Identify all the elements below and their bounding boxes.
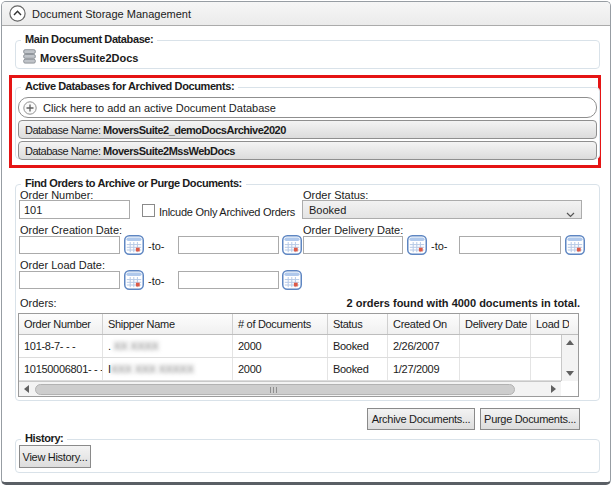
calendar-icon[interactable] [124,235,144,255]
view-history-button[interactable]: View History... [19,445,91,468]
creation-date-from-input[interactable] [19,236,120,254]
cell-documents: 2000 [233,358,328,380]
scroll-right-arrow[interactable] [551,385,556,393]
cell-delivery-date [460,358,531,380]
database-row-name: MoversSuite2MssWebDocs [103,145,235,157]
table-row[interactable]: 10150006801- - - IXXX XXX XXXXX 2000 Boo… [19,358,561,381]
orders-table: Order Number Shipper Name # of Documents… [18,313,579,397]
delivery-date-from-input[interactable] [303,236,403,254]
order-status-value: Booked [309,204,346,216]
order-number-input[interactable] [19,200,130,219]
range-separator: -to- [148,240,165,252]
creation-date-to-input[interactable] [178,236,279,254]
database-row-name: MoversSuite2_demoDocsArchive2020 [103,124,286,136]
cell-status: Booked [328,335,388,357]
calendar-icon[interactable] [124,270,144,290]
range-separator: -to- [431,240,448,252]
database-row-prefix: Database Name: [25,124,103,136]
collapse-toggle-icon[interactable] [9,5,26,22]
purge-documents-button[interactable]: Purge Documents... [480,408,580,430]
calendar-icon[interactable] [407,235,427,255]
horizontal-scrollbar[interactable] [19,381,561,396]
include-archived-label: Inlcude Only Archived Orders [159,206,295,218]
scroll-left-arrow[interactable] [24,385,29,393]
history-group: History: View History... [15,439,600,473]
database-row-prefix: Database Name: [25,145,103,157]
column-header[interactable]: Order Number [19,314,103,334]
cell-delivery-date [460,335,531,357]
main-db-group: Main Document Database: MoversSuite2Docs [15,40,600,69]
archive-documents-button[interactable]: Archive Documents... [367,408,475,430]
include-archived-checkbox[interactable] [142,204,155,217]
delivery-date-label: Order Delivery Date: [303,224,403,236]
column-header[interactable]: Created On [388,314,460,334]
add-database-label: Click here to add an active Document Dat… [43,102,276,114]
cell-shipper-name: . XX XXXX [103,335,233,357]
cell-load-date [531,335,561,357]
cell-order-number: 10150006801- - - [19,358,103,380]
delivery-date-to-input[interactable] [459,236,561,254]
column-header[interactable]: Shipper Name [103,314,233,334]
cell-shipper-name: IXXX XXX XXXXX [103,358,233,380]
orders-label: Orders: [20,297,57,309]
load-date-label: Order Load Date: [20,259,105,271]
find-orders-group-label: Find Orders to Archive or Purge Document… [21,177,246,189]
column-header[interactable]: Load Date [531,314,569,334]
cell-order-number: 101-8-7- - - [19,335,103,357]
cell-load-date [531,358,561,380]
database-icon [23,49,36,66]
scroll-down-arrow[interactable] [566,371,574,376]
cell-documents: 2000 [233,335,328,357]
cell-created-on: 2/26/2007 [388,335,460,357]
main-db-name: MoversSuite2Docs [40,52,138,64]
orders-table-header[interactable]: Order Number Shipper Name # of Documents… [19,314,578,335]
column-header[interactable]: Delivery Date [460,314,531,334]
load-date-from-input[interactable] [19,271,120,289]
calendar-icon[interactable] [282,235,302,255]
creation-date-label: Order Creation Date: [20,224,122,236]
column-header[interactable]: # of Documents [233,314,328,334]
chevron-down-icon [566,208,574,213]
range-separator: -to- [148,275,165,287]
active-dbs-group-label: Active Databases for Archived Documents: [21,80,238,92]
history-group-label: History: [21,432,67,444]
expander-header[interactable]: Document Storage Management [2,2,610,26]
cell-status: Booked [328,358,388,380]
results-summary: 2 orders found with 4000 documents in to… [302,297,580,309]
load-date-to-input[interactable] [178,271,279,289]
calendar-icon[interactable] [282,270,302,290]
plus-icon [23,101,37,117]
column-header[interactable]: Status [328,314,388,334]
order-status-select[interactable]: Booked [302,200,582,219]
panel-title: Document Storage Management [32,8,191,20]
table-row[interactable]: 101-8-7- - - . XX XXXX 2000 Booked 2/26/… [19,335,561,358]
calendar-icon[interactable] [565,235,585,255]
scroll-up-arrow[interactable] [566,340,574,345]
scrollbar-thumb[interactable] [35,384,515,395]
database-row[interactable]: Database Name: MoversSuite2MssWebDocs [18,141,597,160]
document-storage-management-panel: Document Storage Management Main Documen… [1,1,611,485]
cell-created-on: 1/27/2009 [388,358,460,380]
database-row[interactable]: Database Name: MoversSuite2_demoDocsArch… [18,120,597,139]
main-db-group-label: Main Document Database: [21,33,157,45]
vertical-scrollbar[interactable] [561,335,578,381]
add-database-button[interactable]: Click here to add an active Document Dat… [18,97,597,118]
